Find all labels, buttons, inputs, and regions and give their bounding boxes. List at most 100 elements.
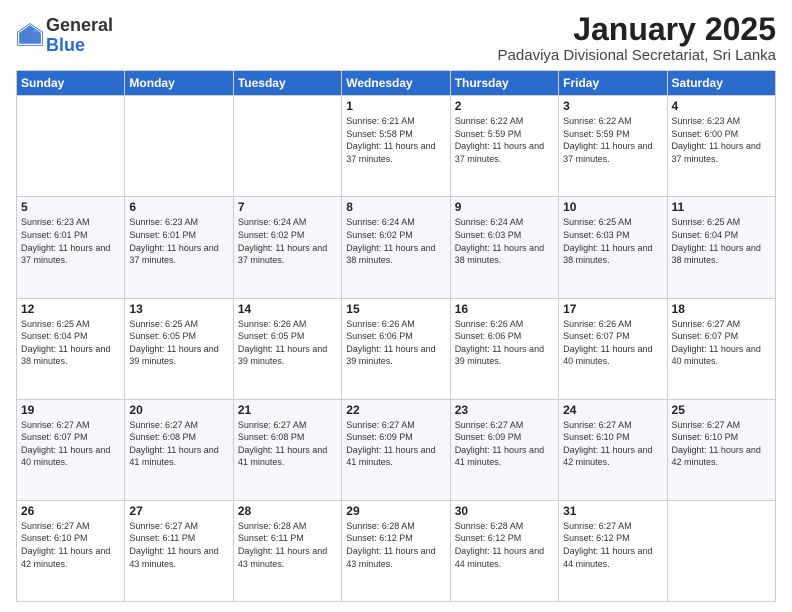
table-row: 28Sunrise: 6:28 AMSunset: 6:11 PMDayligh…: [233, 500, 341, 601]
day-info: Sunrise: 6:28 AMSunset: 6:12 PMDaylight:…: [346, 520, 445, 570]
day-info: Sunrise: 6:23 AMSunset: 6:01 PMDaylight:…: [129, 216, 228, 266]
table-row: 3 Sunrise: 6:22 AMSunset: 5:59 PMDaylight…: [559, 96, 667, 197]
day-info: Sunrise: 6:24 AMSunset: 6:02 PMDaylight:…: [346, 216, 445, 266]
day-info: Sunrise: 6:22 AMSunset: 5:59 PMDaylight:…: [455, 115, 554, 165]
day-number: 14: [238, 302, 337, 316]
table-row: 30 Sunrise: 6:28 AMSunset: 6:12 PMDayligh…: [450, 500, 558, 601]
header: General Blue January 2025 Padaviya Divis…: [16, 12, 776, 64]
day-info: Sunrise: 6:27 AMSunset: 6:09 PMDaylight:…: [346, 419, 445, 469]
day-number: 13: [129, 302, 228, 316]
table-row: 16 Sunrise: 6:26 AMSunset: 6:06 PMDayligh…: [450, 298, 558, 399]
day-info: Sunrise: 6:28 AMSunset: 6:12 PMDaylight:…: [455, 520, 554, 570]
table-row: 20 Sunrise: 6:27 AMSunset: 6:08 PMDayligh…: [125, 399, 233, 500]
day-number: 27: [129, 504, 228, 518]
day-number: 25: [672, 403, 771, 417]
day-number: 11: [672, 200, 771, 214]
day-info: Sunrise: 6:27 AMSunset: 6:10 PMDaylight:…: [563, 419, 662, 469]
table-row: 22 Sunrise: 6:27 AMSunset: 6:09 PMDayligh…: [342, 399, 450, 500]
logo-text: General Blue: [46, 16, 113, 56]
table-row: 5Sunrise: 6:23 AMSunset: 6:01 PMDaylight…: [17, 197, 125, 298]
table-row: 1Sunrise: 6:21 AMSunset: 5:58 PMDaylight…: [342, 96, 450, 197]
day-info: Sunrise: 6:26 AMSunset: 6:07 PMDaylight:…: [563, 318, 662, 368]
table-row: 21 Sunrise: 6:27 AMSunset: 6:08 PMDayligh…: [233, 399, 341, 500]
day-info: Sunrise: 6:27 AMSunset: 6:08 PMDaylight:…: [129, 419, 228, 469]
day-number: 29: [346, 504, 445, 518]
location-title: Padaviya Divisional Secretariat, Sri Lan…: [498, 47, 776, 64]
table-row: 8 Sunrise: 6:24 AMSunset: 6:02 PMDaylight…: [342, 197, 450, 298]
day-number: 26: [21, 504, 120, 518]
calendar-week-row: 19Sunrise: 6:27 AMSunset: 6:07 PMDayligh…: [17, 399, 776, 500]
day-number: 4: [672, 99, 771, 113]
logo-blue-text: Blue: [46, 36, 113, 56]
day-info: Sunrise: 6:25 AMSunset: 6:03 PMDaylight:…: [563, 216, 662, 266]
day-info: Sunrise: 6:27 AMSunset: 6:08 PMDaylight:…: [238, 419, 337, 469]
table-row: 14Sunrise: 6:26 AMSunset: 6:05 PMDayligh…: [233, 298, 341, 399]
day-info: Sunrise: 6:27 AMSunset: 6:10 PMDaylight:…: [21, 520, 120, 570]
table-row: [17, 96, 125, 197]
table-row: 31 Sunrise: 6:27 AMSunset: 6:12 PMDayligh…: [559, 500, 667, 601]
page: General Blue January 2025 Padaviya Divis…: [0, 0, 792, 612]
header-wednesday: Wednesday: [342, 71, 450, 96]
day-info: Sunrise: 6:25 AMSunset: 6:04 PMDaylight:…: [21, 318, 120, 368]
header-friday: Friday: [559, 71, 667, 96]
title-block: January 2025 Padaviya Divisional Secreta…: [498, 12, 776, 64]
table-row: 9 Sunrise: 6:24 AMSunset: 6:03 PMDaylight…: [450, 197, 558, 298]
header-sunday: Sunday: [17, 71, 125, 96]
day-number: 2: [455, 99, 554, 113]
table-row: 18Sunrise: 6:27 AMSunset: 6:07 PMDayligh…: [667, 298, 775, 399]
table-row: 25Sunrise: 6:27 AMSunset: 6:10 PMDayligh…: [667, 399, 775, 500]
day-number: 9: [455, 200, 554, 214]
day-info: Sunrise: 6:24 AMSunset: 6:03 PMDaylight:…: [455, 216, 554, 266]
table-row: 2 Sunrise: 6:22 AMSunset: 5:59 PMDaylight…: [450, 96, 558, 197]
header-monday: Monday: [125, 71, 233, 96]
day-number: 6: [129, 200, 228, 214]
header-tuesday: Tuesday: [233, 71, 341, 96]
day-number: 20: [129, 403, 228, 417]
header-thursday: Thursday: [450, 71, 558, 96]
logo-icon: [16, 22, 44, 50]
day-number: 7: [238, 200, 337, 214]
header-saturday: Saturday: [667, 71, 775, 96]
day-number: 12: [21, 302, 120, 316]
day-info: Sunrise: 6:23 AMSunset: 6:00 PMDaylight:…: [672, 115, 771, 165]
table-row: 19Sunrise: 6:27 AMSunset: 6:07 PMDayligh…: [17, 399, 125, 500]
day-info: Sunrise: 6:24 AMSunset: 6:02 PMDaylight:…: [238, 216, 337, 266]
day-info: Sunrise: 6:26 AMSunset: 6:06 PMDaylight:…: [455, 318, 554, 368]
day-info: Sunrise: 6:25 AMSunset: 6:04 PMDaylight:…: [672, 216, 771, 266]
day-info: Sunrise: 6:27 AMSunset: 6:09 PMDaylight:…: [455, 419, 554, 469]
day-info: Sunrise: 6:27 AMSunset: 6:12 PMDaylight:…: [563, 520, 662, 570]
day-number: 15: [346, 302, 445, 316]
table-row: 7 Sunrise: 6:24 AMSunset: 6:02 PMDaylight…: [233, 197, 341, 298]
day-number: 17: [563, 302, 662, 316]
logo: General Blue: [16, 16, 113, 56]
day-number: 31: [563, 504, 662, 518]
calendar-week-row: 1Sunrise: 6:21 AMSunset: 5:58 PMDaylight…: [17, 96, 776, 197]
table-row: 29 Sunrise: 6:28 AMSunset: 6:12 PMDayligh…: [342, 500, 450, 601]
day-number: 5: [21, 200, 120, 214]
day-number: 21: [238, 403, 337, 417]
day-info: Sunrise: 6:28 AMSunset: 6:11 PMDaylight:…: [238, 520, 337, 570]
day-number: 30: [455, 504, 554, 518]
calendar-header-row: Sunday Monday Tuesday Wednesday Thursday…: [17, 71, 776, 96]
table-row: [233, 96, 341, 197]
month-title: January 2025: [498, 12, 776, 47]
day-number: 24: [563, 403, 662, 417]
day-number: 16: [455, 302, 554, 316]
table-row: 6 Sunrise: 6:23 AMSunset: 6:01 PMDaylight…: [125, 197, 233, 298]
calendar-week-row: 12 Sunrise: 6:25 AMSunset: 6:04 PMDayligh…: [17, 298, 776, 399]
table-row: 17 Sunrise: 6:26 AMSunset: 6:07 PMDayligh…: [559, 298, 667, 399]
day-info: Sunrise: 6:21 AMSunset: 5:58 PMDaylight:…: [346, 115, 445, 165]
table-row: 27 Sunrise: 6:27 AMSunset: 6:11 PMDayligh…: [125, 500, 233, 601]
day-info: Sunrise: 6:27 AMSunset: 6:07 PMDaylight:…: [21, 419, 120, 469]
day-number: 18: [672, 302, 771, 316]
day-number: 8: [346, 200, 445, 214]
day-number: 3: [563, 99, 662, 113]
table-row: 4 Sunrise: 6:23 AMSunset: 6:00 PMDaylight…: [667, 96, 775, 197]
table-row: 11 Sunrise: 6:25 AMSunset: 6:04 PMDayligh…: [667, 197, 775, 298]
day-info: Sunrise: 6:22 AMSunset: 5:59 PMDaylight:…: [563, 115, 662, 165]
table-row: 24 Sunrise: 6:27 AMSunset: 6:10 PMDayligh…: [559, 399, 667, 500]
table-row: [125, 96, 233, 197]
day-number: 23: [455, 403, 554, 417]
day-info: Sunrise: 6:27 AMSunset: 6:11 PMDaylight:…: [129, 520, 228, 570]
day-number: 22: [346, 403, 445, 417]
